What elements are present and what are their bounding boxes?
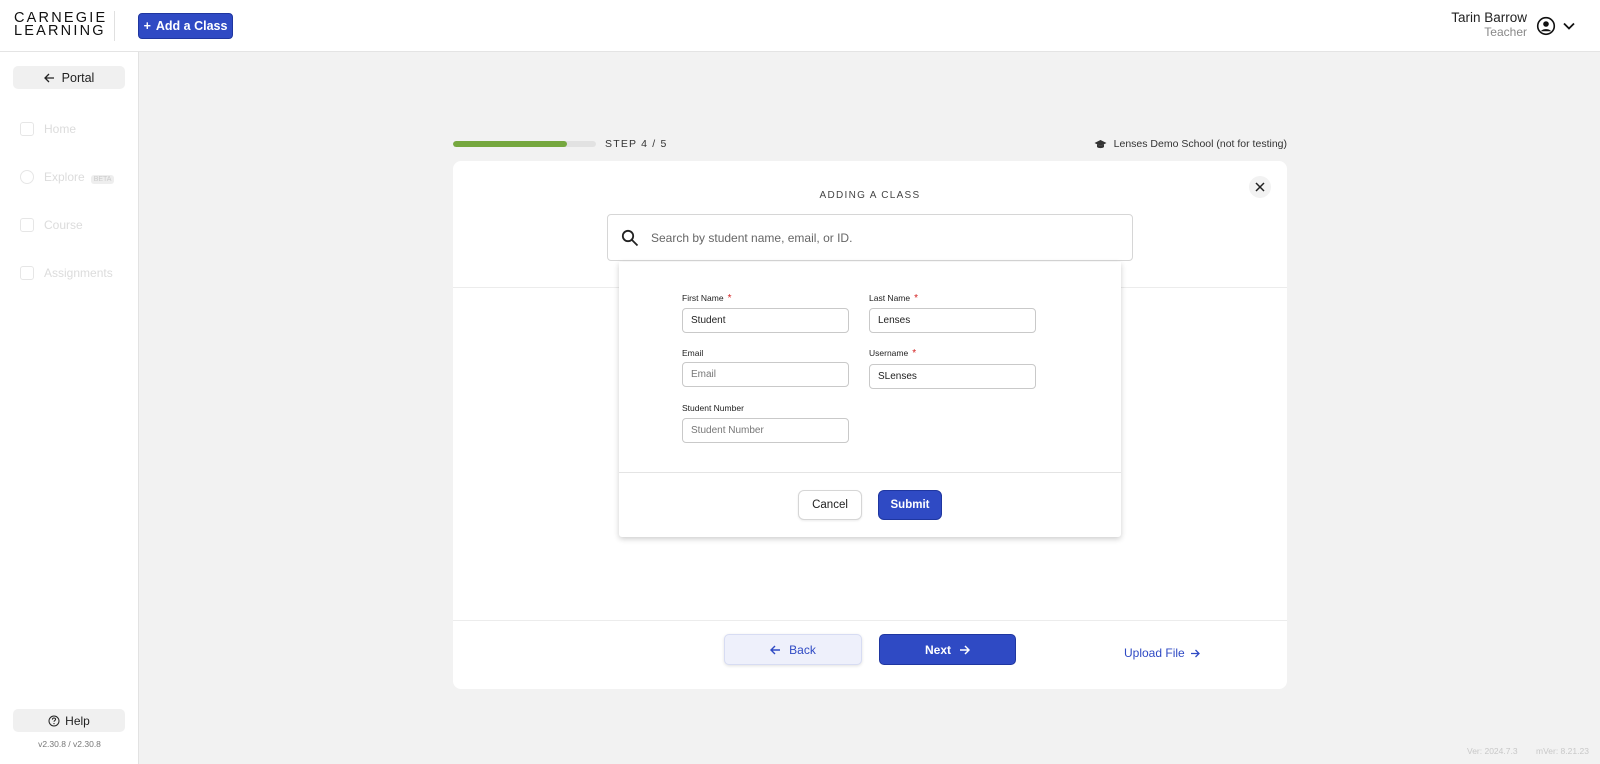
popup-divider bbox=[619, 472, 1121, 473]
arrow-left-icon bbox=[770, 645, 781, 654]
sidebar-item-home[interactable]: Home bbox=[20, 122, 76, 136]
first-name-label: First Name * bbox=[682, 293, 732, 304]
back-label: Back bbox=[789, 642, 816, 657]
email-label: Email bbox=[682, 348, 704, 358]
card-divider bbox=[453, 620, 1287, 621]
step-progress-fill bbox=[453, 141, 568, 147]
sidebar: Portal Home Explore BETA Course Assignmen… bbox=[0, 52, 139, 764]
add-class-button[interactable]: + Add a Class bbox=[138, 13, 233, 39]
close-icon bbox=[1255, 182, 1265, 192]
carnegie-learning-logo[interactable]: CARNEGIE LEARNING bbox=[14, 11, 107, 39]
username-field[interactable] bbox=[869, 364, 1036, 389]
course-icon bbox=[20, 218, 34, 232]
mobile-version: mVer: 8.21.23 bbox=[1536, 746, 1589, 756]
add-class-label: Add a Class bbox=[155, 19, 228, 33]
submit-button[interactable]: Submit bbox=[878, 490, 942, 520]
user-name: Tarin Barrow bbox=[1451, 10, 1527, 25]
close-button[interactable] bbox=[1249, 176, 1271, 198]
plus-icon: + bbox=[143, 19, 151, 33]
last-name-field[interactable] bbox=[869, 308, 1036, 333]
arrow-right-icon bbox=[1190, 649, 1200, 657]
next-label: Next bbox=[924, 642, 951, 657]
sidebar-item-label: Explore BETA bbox=[44, 170, 115, 184]
upload-file-link[interactable]: Upload File bbox=[1124, 646, 1200, 660]
sidebar-item-label: Course bbox=[44, 218, 83, 232]
sidebar-item-explore[interactable]: Explore BETA bbox=[20, 170, 115, 184]
beta-badge: BETA bbox=[90, 175, 115, 184]
user-account-icon[interactable] bbox=[1536, 16, 1556, 36]
student-number-field[interactable] bbox=[682, 418, 849, 443]
header-divider bbox=[114, 11, 115, 41]
student-number-label: Student Number bbox=[682, 403, 744, 413]
next-button[interactable]: Next bbox=[879, 634, 1016, 665]
app-version: v2.30.8 / v2.30.8 bbox=[38, 739, 101, 749]
step-progress-bar bbox=[453, 141, 596, 147]
web-version: Ver: 2024.7.3 bbox=[1467, 746, 1518, 756]
step-label: STEP 4 / 5 bbox=[605, 138, 668, 150]
assignments-icon bbox=[20, 266, 34, 280]
search-icon bbox=[621, 229, 639, 247]
top-bar: CARNEGIE LEARNING + Add a Class Tarin Ba… bbox=[0, 0, 1600, 52]
last-name-label: Last Name * bbox=[869, 293, 919, 304]
graduation-cap-icon bbox=[1094, 139, 1107, 148]
logo-line-2: LEARNING bbox=[14, 23, 106, 39]
user-role: Teacher bbox=[1484, 25, 1527, 39]
student-search-box[interactable] bbox=[607, 214, 1133, 261]
card-title: ADDING A CLASS bbox=[819, 190, 921, 201]
search-icon bbox=[20, 170, 34, 184]
student-search-input[interactable] bbox=[651, 225, 1121, 250]
arrow-right-icon bbox=[960, 644, 970, 655]
first-name-field[interactable] bbox=[682, 308, 849, 333]
home-icon bbox=[20, 122, 34, 136]
required-mark: * bbox=[727, 293, 732, 304]
help-button[interactable]: Help bbox=[13, 709, 125, 732]
arrow-left-icon bbox=[43, 73, 54, 82]
add-student-popup: First Name* Last Name* Email Username* S… bbox=[619, 262, 1121, 537]
username-label: Username * bbox=[869, 348, 917, 359]
upload-file-label: Upload File bbox=[1124, 646, 1185, 660]
email-field[interactable] bbox=[682, 362, 849, 387]
portal-label: Portal bbox=[61, 70, 95, 85]
portal-button[interactable]: Portal bbox=[13, 66, 125, 89]
cancel-button[interactable]: Cancel bbox=[798, 490, 862, 520]
back-button[interactable]: Back bbox=[724, 634, 862, 665]
school-indicator: Lenses Demo School (not for testing) bbox=[1094, 138, 1287, 150]
chevron-down-icon[interactable] bbox=[1562, 20, 1576, 32]
school-name: Lenses Demo School (not for testing) bbox=[1113, 138, 1287, 150]
sidebar-item-assignments[interactable]: Assignments bbox=[20, 266, 113, 280]
help-label: Help bbox=[65, 713, 90, 728]
required-mark: * bbox=[912, 348, 917, 359]
sidebar-item-course[interactable]: Course bbox=[20, 218, 83, 232]
required-mark: * bbox=[914, 293, 919, 304]
sidebar-item-label: Assignments bbox=[44, 266, 113, 280]
help-circle-icon bbox=[48, 715, 60, 726]
sidebar-item-label: Home bbox=[44, 122, 77, 136]
